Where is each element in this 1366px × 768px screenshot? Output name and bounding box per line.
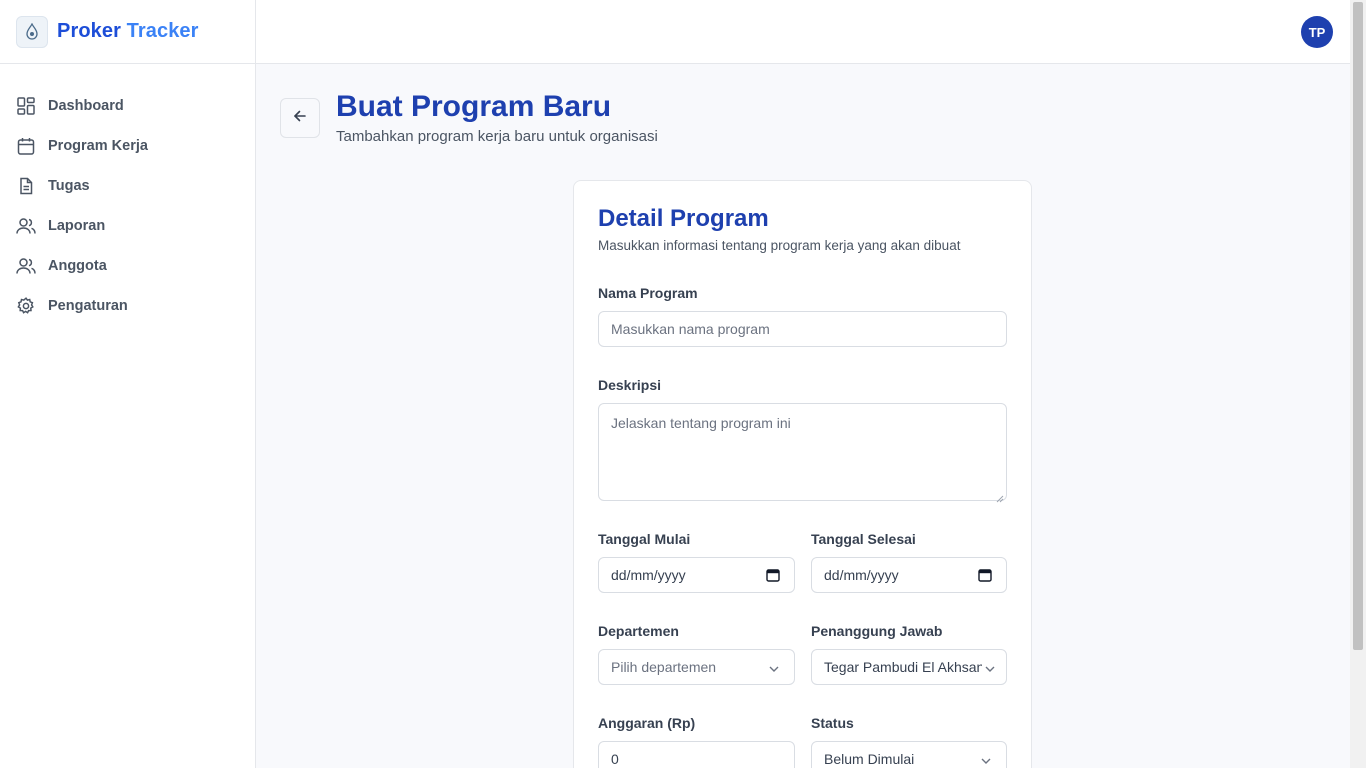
- brand[interactable]: Proker Tracker: [0, 0, 255, 64]
- dashboard-icon: [16, 96, 36, 116]
- sidebar-item-tugas[interactable]: Tugas: [0, 166, 255, 206]
- sidebar-item-program-kerja[interactable]: Program Kerja: [0, 126, 255, 166]
- start-date-label: Tanggal Mulai: [598, 531, 691, 547]
- department-placeholder: Pilih departemen: [611, 659, 717, 675]
- department-label: Departemen: [598, 623, 679, 639]
- sidebar-nav: Dashboard Program Kerja Tugas Laporan An…: [0, 64, 255, 326]
- chevron-down-icon: [768, 662, 780, 678]
- sidebar-item-label: Program Kerja: [48, 138, 148, 154]
- sidebar: Proker Tracker Dashboard Program Kerja T…: [0, 0, 256, 768]
- program-detail-card: Detail Program Masukkan informasi tentan…: [573, 180, 1032, 768]
- chevron-down-icon: [984, 662, 996, 678]
- pic-select[interactable]: Tegar Pambudi El Akhsan: [811, 649, 1007, 685]
- department-select[interactable]: Pilih departemen: [598, 649, 795, 685]
- sidebar-item-label: Dashboard: [48, 98, 124, 114]
- end-date-input[interactable]: dd/mm/yyyy: [811, 557, 1007, 593]
- card-title: Detail Program: [598, 205, 769, 232]
- app-logo-icon: [16, 15, 48, 48]
- description-label: Deskripsi: [598, 377, 662, 393]
- sidebar-item-label: Laporan: [48, 218, 106, 234]
- page-title: Buat Program Baru: [336, 90, 612, 123]
- sidebar-item-anggota[interactable]: Anggota: [0, 246, 255, 286]
- status-value: Belum Dimulai: [824, 751, 915, 767]
- app-name: Proker Tracker: [57, 20, 199, 43]
- gear-icon: [16, 296, 36, 316]
- start-date-input[interactable]: dd/mm/yyyy: [598, 557, 795, 593]
- top-bar: TP: [256, 0, 1350, 64]
- app-name-part1: Proker: [57, 20, 121, 42]
- app-name-part2: Tracker: [126, 20, 199, 42]
- start-date-placeholder: dd/mm/yyyy: [611, 567, 686, 583]
- sidebar-item-dashboard[interactable]: Dashboard: [0, 86, 255, 126]
- back-button[interactable]: [280, 98, 320, 138]
- program-name-input[interactable]: Masukkan nama program: [598, 311, 1007, 347]
- end-date-placeholder: dd/mm/yyyy: [824, 567, 899, 583]
- status-select[interactable]: Belum Dimulai: [811, 741, 1007, 768]
- chevron-down-icon: [980, 754, 992, 768]
- pic-value: Tegar Pambudi El Akhsan: [824, 659, 982, 675]
- description-textarea[interactable]: Jelaskan tentang program ini: [598, 403, 1007, 503]
- pic-label: Penanggung Jawab: [811, 623, 943, 639]
- document-icon: [16, 176, 36, 196]
- sidebar-item-laporan[interactable]: Laporan: [0, 206, 255, 246]
- scrollbar[interactable]: [1350, 0, 1366, 768]
- scrollbar-thumb[interactable]: [1353, 2, 1363, 650]
- calendar-icon[interactable]: [978, 568, 992, 585]
- sidebar-item-label: Pengaturan: [48, 298, 128, 314]
- resize-handle-icon[interactable]: [996, 490, 1004, 503]
- avatar[interactable]: TP: [1301, 16, 1333, 48]
- budget-value: 0: [611, 751, 619, 767]
- description-placeholder: Jelaskan tentang program ini: [611, 415, 791, 431]
- arrow-left-icon: [293, 109, 307, 128]
- budget-input[interactable]: 0: [598, 741, 795, 768]
- program-name-placeholder: Masukkan nama program: [611, 321, 770, 337]
- end-date-label: Tanggal Selesai: [811, 531, 916, 547]
- calendar-icon: [16, 136, 36, 156]
- status-label: Status: [811, 715, 854, 731]
- program-name-label: Nama Program: [598, 285, 698, 301]
- budget-label: Anggaran (Rp): [598, 715, 696, 731]
- sidebar-item-label: Tugas: [48, 178, 90, 194]
- users-icon: [16, 216, 36, 236]
- sidebar-item-label: Anggota: [48, 258, 107, 274]
- sidebar-item-pengaturan[interactable]: Pengaturan: [0, 286, 255, 326]
- users-icon: [16, 256, 36, 276]
- page-subtitle: Tambahkan program kerja baru untuk organ…: [336, 128, 658, 145]
- card-description: Masukkan informasi tentang program kerja…: [598, 238, 961, 253]
- calendar-icon[interactable]: [766, 568, 780, 585]
